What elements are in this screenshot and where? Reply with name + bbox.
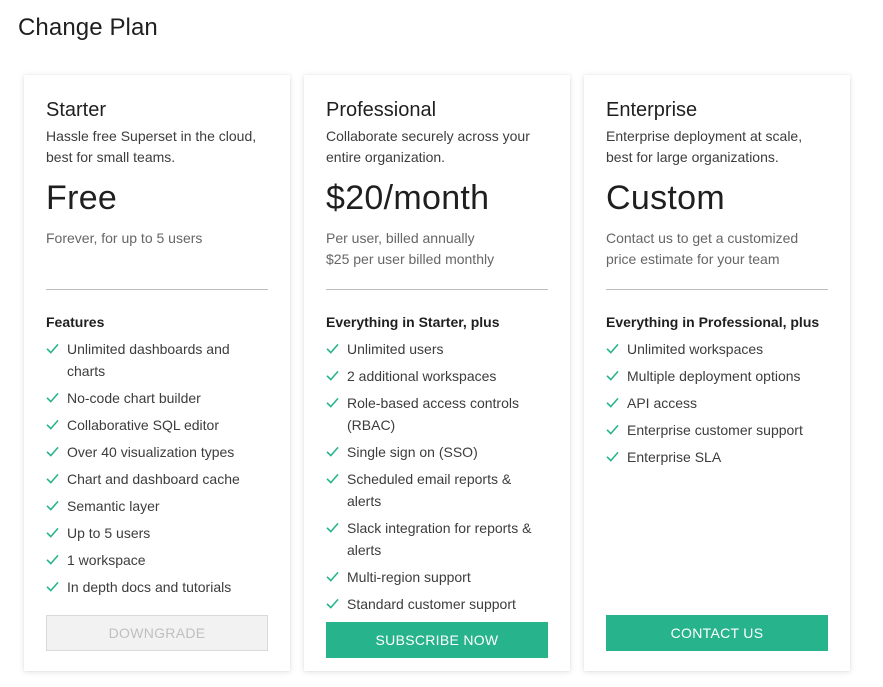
price-note-line: Contact us to get a customized bbox=[606, 230, 799, 246]
feature-item: API access bbox=[606, 392, 828, 414]
feature-label: Over 40 visualization types bbox=[67, 444, 235, 460]
plan-card-starter: Starter Hassle free Superset in the clou… bbox=[24, 75, 290, 671]
feature-label: In depth docs and tutorials bbox=[67, 579, 232, 595]
features-list: Unlimited users 2 additional workspaces … bbox=[326, 338, 548, 620]
feature-label: Unlimited workspaces bbox=[627, 341, 764, 357]
features-list: Unlimited dashboards and charts No-code … bbox=[46, 338, 268, 603]
feature-label: Standard customer support bbox=[347, 596, 516, 612]
plan-name: Professional bbox=[326, 99, 437, 121]
feature-item: Multi-region support bbox=[326, 566, 548, 588]
feature-item: 2 additional workspaces bbox=[326, 365, 548, 387]
feature-item: No-code chart builder bbox=[46, 387, 268, 409]
feature-label: Single sign on (SSO) bbox=[347, 444, 478, 460]
feature-item: Unlimited dashboards and charts bbox=[46, 338, 268, 382]
feature-label: 2 additional workspaces bbox=[347, 368, 497, 384]
feature-item: Unlimited workspaces bbox=[606, 338, 828, 360]
check-icon bbox=[46, 500, 59, 511]
feature-label: Scheduled email reports & alerts bbox=[347, 471, 512, 509]
plan-price: $20/month bbox=[326, 179, 490, 217]
feature-item: Role-based access controls (RBAC) bbox=[326, 392, 548, 436]
check-icon bbox=[326, 473, 339, 484]
feature-label: Multiple deployment options bbox=[627, 368, 801, 384]
feature-item: In depth docs and tutorials bbox=[46, 576, 268, 598]
contact-us-button[interactable]: CONTACT US bbox=[606, 615, 828, 651]
check-icon bbox=[46, 392, 59, 403]
plan-description: Hassle free Superset in the cloud, best … bbox=[46, 128, 257, 165]
feature-item: Chart and dashboard cache bbox=[46, 468, 268, 490]
feature-item: Over 40 visualization types bbox=[46, 441, 268, 463]
price-note-line: $25 per user billed monthly bbox=[326, 251, 495, 267]
feature-label: Enterprise SLA bbox=[627, 449, 722, 465]
feature-label: Semantic layer bbox=[67, 498, 160, 514]
price-note-line: Forever, for up to 5 users bbox=[46, 230, 203, 246]
check-icon bbox=[46, 446, 59, 457]
feature-label: Role-based access controls (RBAC) bbox=[347, 395, 519, 433]
check-icon bbox=[46, 473, 59, 484]
check-icon bbox=[606, 370, 619, 381]
check-icon bbox=[326, 598, 339, 609]
plan-price: Free bbox=[46, 179, 118, 217]
features-heading: Features bbox=[46, 314, 105, 330]
check-icon bbox=[606, 397, 619, 408]
feature-label: Up to 5 users bbox=[67, 525, 151, 541]
feature-item: Slack integration for reports & alerts bbox=[326, 517, 548, 561]
feature-item: 1 workspace bbox=[46, 549, 268, 571]
plan-price-note: Forever, for up to 5 users bbox=[46, 228, 268, 249]
check-icon bbox=[326, 370, 339, 381]
feature-label: Collaborative SQL editor bbox=[67, 417, 220, 433]
page-title: Change Plan bbox=[18, 14, 158, 41]
feature-label: Slack integration for reports & alerts bbox=[347, 520, 532, 558]
feature-item: Multiple deployment options bbox=[606, 365, 828, 387]
feature-label: Enterprise customer support bbox=[627, 422, 803, 438]
feature-item: Scheduled email reports & alerts bbox=[326, 468, 548, 512]
check-icon bbox=[326, 571, 339, 582]
check-icon bbox=[46, 581, 59, 592]
plan-price-note: Contact us to get a customized price est… bbox=[606, 228, 828, 270]
feature-label: No-code chart builder bbox=[67, 390, 201, 406]
features-heading: Everything in Professional, plus bbox=[606, 314, 820, 330]
feature-item: Unlimited users bbox=[326, 338, 548, 360]
features-list: Unlimited workspaces Multiple deployment… bbox=[606, 338, 828, 473]
divider bbox=[326, 289, 548, 290]
divider bbox=[46, 289, 268, 290]
downgrade-button[interactable]: DOWNGRADE bbox=[46, 615, 268, 651]
plan-name: Enterprise bbox=[606, 99, 698, 121]
feature-label: Multi-region support bbox=[347, 569, 471, 585]
check-icon bbox=[46, 554, 59, 565]
plan-description: Collaborate securely across your entire … bbox=[326, 128, 530, 165]
price-note-line: price estimate for your team bbox=[606, 251, 780, 267]
check-icon bbox=[606, 424, 619, 435]
check-icon bbox=[326, 397, 339, 408]
feature-label: Unlimited dashboards and charts bbox=[67, 341, 230, 379]
plan-card-enterprise: Enterprise Enterprise deployment at scal… bbox=[584, 75, 850, 671]
price-note-line: Per user, billed annually bbox=[326, 230, 475, 246]
feature-item: Up to 5 users bbox=[46, 522, 268, 544]
feature-item: Single sign on (SSO) bbox=[326, 441, 548, 463]
check-icon bbox=[606, 343, 619, 354]
subscribe-now-button[interactable]: SUBSCRIBE NOW bbox=[326, 622, 548, 658]
features-heading: Everything in Starter, plus bbox=[326, 314, 500, 330]
plan-name: Starter bbox=[46, 99, 107, 121]
feature-label: Unlimited users bbox=[347, 341, 444, 357]
check-icon bbox=[46, 343, 59, 354]
divider bbox=[606, 289, 828, 290]
plan-card-professional: Professional Collaborate securely across… bbox=[304, 75, 570, 671]
check-icon bbox=[326, 343, 339, 354]
check-icon bbox=[46, 527, 59, 538]
feature-label: API access bbox=[627, 395, 698, 411]
feature-item: Collaborative SQL editor bbox=[46, 414, 268, 436]
feature-item: Standard customer support bbox=[326, 593, 548, 615]
feature-item: Enterprise customer support bbox=[606, 419, 828, 441]
plan-price: Custom bbox=[606, 179, 725, 217]
feature-label: Chart and dashboard cache bbox=[67, 471, 240, 487]
check-icon bbox=[326, 522, 339, 533]
plan-price-note: Per user, billed annually $25 per user b… bbox=[326, 228, 548, 270]
feature-item: Semantic layer bbox=[46, 495, 268, 517]
feature-label: 1 workspace bbox=[67, 552, 146, 568]
feature-item: Enterprise SLA bbox=[606, 446, 828, 468]
check-icon bbox=[326, 446, 339, 457]
check-icon bbox=[46, 419, 59, 430]
check-icon bbox=[606, 451, 619, 462]
plan-description: Enterprise deployment at scale, best for… bbox=[606, 128, 803, 165]
